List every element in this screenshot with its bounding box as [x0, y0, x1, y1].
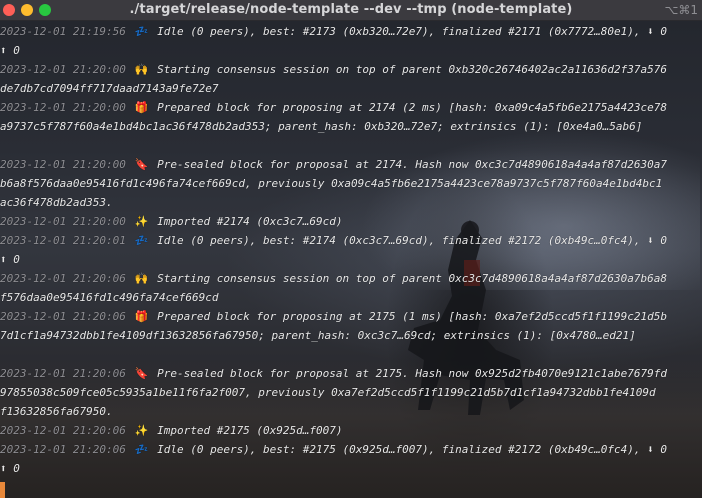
log-timestamp: 2023-12-01 21:20:00 [0, 215, 126, 228]
log-line: 2023-12-01 21:20:06 🔖 Pre-sealed block f… [0, 364, 667, 383]
log-timestamp: 2023-12-01 21:20:00 [0, 101, 126, 114]
log-timestamp: 2023-12-01 21:20:00 [0, 63, 126, 76]
log-line: 2023-12-01 21:20:00 🙌 Starting consensus… [0, 60, 667, 79]
log-line: de7db7cd7094ff717daad7143a9fe72e7 [0, 79, 219, 98]
raised-hands-icon: 🙌 [134, 272, 149, 285]
log-message: Pre-sealed block for proposal at 2175. H… [157, 367, 668, 380]
log-message: f13632856fa67950. [0, 405, 113, 418]
log-line: 2023-12-01 21:20:06 ✨ Imported #2175 (0x… [0, 421, 343, 440]
log-line: ⬆ 0 [0, 41, 20, 60]
log-message: Imported #2175 (0x925d…f007) [157, 424, 343, 437]
title-bar: ./target/release/node-template --dev --t… [0, 0, 702, 21]
terminal-cursor [0, 482, 5, 498]
log-message: 7d1cf1a94732dbb1fe4109df13632856fa67950;… [0, 329, 636, 342]
log-line: 2023-12-01 21:19:56 💤 Idle (0 peers), be… [0, 22, 667, 41]
log-message: ⬆ 0 [0, 462, 20, 475]
log-message: Idle (0 peers), best: #2173 (0xb320…72e7… [157, 25, 668, 38]
log-line: f576daa0e95416fd1c496fa74cef669cd [0, 288, 219, 307]
log-line: 2023-12-01 21:20:06 🎁 Prepared block for… [0, 307, 667, 326]
zzz-icon: 💤 [134, 25, 149, 38]
gift-icon: 🎁 [134, 101, 149, 114]
bookmark-icon: 🔖 [134, 367, 149, 380]
raised-hands-icon: 🙌 [134, 63, 149, 76]
log-line: 2023-12-01 21:20:01 💤 Idle (0 peers), be… [0, 231, 667, 250]
log-message: Imported #2174 (0xc3c7…69cd) [157, 215, 343, 228]
sparkles-icon: ✨ [134, 215, 149, 228]
log-message: Starting consensus session on top of par… [157, 63, 668, 76]
log-line: ac36f478db2ad353. [0, 193, 113, 212]
log-timestamp: 2023-12-01 21:20:06 [0, 367, 126, 380]
terminal-output[interactable]: 2023-12-01 21:19:56 💤 Idle (0 peers), be… [0, 22, 702, 498]
zzz-icon: 💤 [134, 234, 149, 247]
log-message: Prepared block for proposing at 2175 (1 … [157, 310, 668, 323]
log-timestamp: 2023-12-01 21:19:56 [0, 25, 126, 38]
log-timestamp: 2023-12-01 21:20:06 [0, 443, 126, 456]
sparkles-icon: ✨ [134, 424, 149, 437]
log-message: b6a8f576daa0e95416fd1c496fa74cef669cd, p… [0, 177, 663, 190]
window-shortcut: ⌥⌘1 [664, 3, 698, 17]
log-message: Idle (0 peers), best: #2174 (0xc3c7…69cd… [157, 234, 668, 247]
log-line: ⬆ 0 [0, 459, 20, 478]
log-line: 7d1cf1a94732dbb1fe4109df13632856fa67950;… [0, 326, 636, 345]
terminal-window: ./target/release/node-template --dev --t… [0, 0, 702, 498]
log-timestamp: 2023-12-01 21:20:01 [0, 234, 126, 247]
log-line: 2023-12-01 21:20:00 ✨ Imported #2174 (0x… [0, 212, 343, 231]
log-message: f576daa0e95416fd1c496fa74cef669cd [0, 291, 219, 304]
log-message: Starting consensus session on top of par… [157, 272, 668, 285]
gift-icon: 🎁 [134, 310, 149, 323]
log-timestamp: 2023-12-01 21:20:06 [0, 310, 126, 323]
log-line: ⬆ 0 [0, 250, 20, 269]
zzz-icon: 💤 [134, 443, 149, 456]
log-timestamp: 2023-12-01 21:20:00 [0, 158, 126, 171]
log-message: Prepared block for proposing at 2174 (2 … [157, 101, 668, 114]
log-line: a9737c5f787f60a4e1bd4bc1ac36f478db2ad353… [0, 117, 642, 136]
log-line: 97855038c509fce05c5935a1be11f6fa2f007, p… [0, 383, 656, 402]
window-title: ./target/release/node-template --dev --t… [129, 2, 573, 17]
log-message: ⬆ 0 [0, 253, 20, 266]
log-line: f13632856fa67950. [0, 402, 113, 421]
bookmark-icon: 🔖 [134, 158, 149, 171]
log-timestamp: 2023-12-01 21:20:06 [0, 424, 126, 437]
log-message: a9737c5f787f60a4e1bd4bc1ac36f478db2ad353… [0, 120, 643, 133]
log-message: Pre-sealed block for proposal at 2174. H… [157, 158, 668, 171]
log-line: 2023-12-01 21:20:06 💤 Idle (0 peers), be… [0, 440, 667, 459]
log-line: b6a8f576daa0e95416fd1c496fa74cef669cd, p… [0, 174, 662, 193]
log-line: 2023-12-01 21:20:06 🙌 Starting consensus… [0, 269, 667, 288]
log-message: ⬆ 0 [0, 44, 20, 57]
log-message: Idle (0 peers), best: #2175 (0x925d…f007… [157, 443, 668, 456]
log-message: de7db7cd7094ff717daad7143a9fe72e7 [0, 82, 219, 95]
log-line: 2023-12-01 21:20:00 🔖 Pre-sealed block f… [0, 155, 667, 174]
log-message: 97855038c509fce05c5935a1be11f6fa2f007, p… [0, 386, 656, 399]
log-line: 2023-12-01 21:20:00 🎁 Prepared block for… [0, 98, 667, 117]
log-timestamp: 2023-12-01 21:20:06 [0, 272, 126, 285]
log-message: ac36f478db2ad353. [0, 196, 113, 209]
